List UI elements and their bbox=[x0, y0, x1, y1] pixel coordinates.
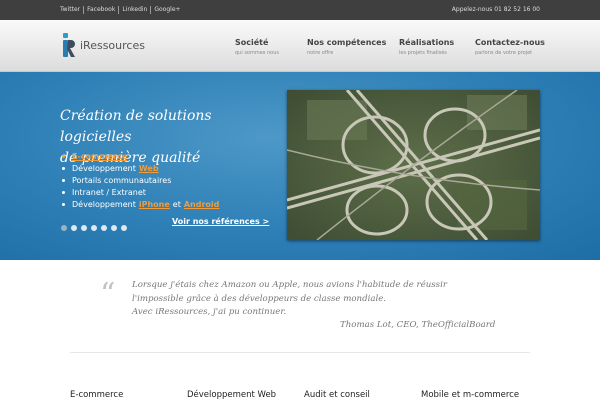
social-links: Twitter Facebook Linkedin Google+ bbox=[60, 6, 184, 14]
nav-contact[interactable]: Contactez-nous parlons de votre projet bbox=[475, 38, 545, 56]
twitter-link[interactable]: Twitter bbox=[60, 6, 83, 14]
testimonial-line: Lorsque j'étais chez Amazon ou Apple, no… bbox=[132, 280, 447, 290]
android-link[interactable]: Android bbox=[184, 200, 220, 209]
nav-title: Réalisations bbox=[399, 38, 455, 47]
nav-subtitle: notre offre bbox=[307, 50, 334, 56]
service-heading-web[interactable]: Développement Web bbox=[187, 390, 276, 400]
nav-subtitle: parlons de votre projet bbox=[475, 50, 533, 56]
list-item: Portails communautaires bbox=[62, 174, 219, 186]
bullet-icon bbox=[62, 166, 65, 170]
slider-dot[interactable] bbox=[111, 225, 117, 231]
quote-icon: “ bbox=[100, 277, 116, 312]
phone-number: Appelez-nous 01 82 52 16 00 bbox=[451, 6, 540, 13]
google-plus-link[interactable]: Google+ bbox=[150, 6, 183, 14]
testimonial-text: Lorsque j'étais chez Amazon ou Apple, no… bbox=[132, 279, 502, 320]
list-text: Développement bbox=[72, 163, 136, 173]
divider bbox=[70, 352, 530, 353]
slider-dots bbox=[61, 225, 131, 231]
logo[interactable]: iRessources bbox=[62, 33, 145, 57]
nav-societe[interactable]: Société qui sommes nous bbox=[235, 38, 279, 56]
ecommerce-link[interactable]: E-commerce bbox=[72, 152, 127, 161]
nav-subtitle: les projets finalisés bbox=[399, 50, 447, 56]
service-heading-mobile[interactable]: Mobile et m-commerce bbox=[421, 390, 519, 400]
header: iRessources Société qui sommes nous Nos … bbox=[0, 20, 600, 72]
testimonial-author: Thomas Lot, CEO, TheOfficialBoard bbox=[340, 320, 496, 330]
slider-dot[interactable] bbox=[71, 225, 77, 231]
list-item: Intranet / Extranet bbox=[62, 186, 219, 198]
list-item: Développement Web bbox=[62, 162, 219, 174]
web-link[interactable]: Web bbox=[139, 164, 159, 173]
nav-subtitle: qui sommes nous bbox=[235, 50, 279, 56]
facebook-link[interactable]: Facebook bbox=[83, 6, 118, 14]
slider-dot[interactable] bbox=[91, 225, 97, 231]
list-text: et bbox=[172, 199, 181, 209]
top-bar: Twitter Facebook Linkedin Google+ Appele… bbox=[0, 0, 600, 20]
list-text: Intranet / Extranet bbox=[72, 187, 146, 197]
list-item: Développement iPhone et Android bbox=[62, 198, 219, 210]
list-text: Portails communautaires bbox=[72, 175, 172, 185]
nav-title: Nos compétences bbox=[307, 38, 387, 47]
logo-text: iRessources bbox=[80, 38, 145, 52]
main-nav: Société qui sommes nous Nos compétences … bbox=[235, 38, 545, 58]
slider-dot[interactable] bbox=[101, 225, 107, 231]
testimonial-line: l'impossible grâce à des développeurs de… bbox=[132, 293, 387, 304]
list-item: E-commerce bbox=[62, 150, 219, 162]
bullet-icon bbox=[62, 178, 65, 182]
bullet-icon bbox=[62, 202, 65, 206]
testimonial-line: Avec iRessources, j'ai pu continuer. bbox=[132, 307, 287, 317]
bullet-icon bbox=[62, 190, 65, 194]
nav-title: Contactez-nous bbox=[475, 38, 545, 47]
nav-realisations[interactable]: Réalisations les projets finalisés bbox=[399, 38, 454, 56]
nav-title: Société bbox=[235, 38, 269, 47]
slider-dot[interactable] bbox=[121, 225, 127, 231]
bullet-icon bbox=[62, 154, 65, 158]
slider-dot[interactable] bbox=[61, 225, 67, 231]
logo-icon bbox=[62, 33, 76, 57]
linkedin-link[interactable]: Linkedin bbox=[118, 6, 150, 14]
hero-title-line: Création de solutions logicielles bbox=[60, 108, 212, 145]
highway-interchange-photo bbox=[287, 90, 540, 240]
nav-competences[interactable]: Nos compétences notre offre bbox=[307, 38, 386, 56]
iphone-link[interactable]: iPhone bbox=[139, 200, 170, 209]
references-link[interactable]: Voir nos références > bbox=[172, 217, 269, 226]
slider-dot[interactable] bbox=[81, 225, 87, 231]
services-list: E-commerce Développement Web Portails com… bbox=[62, 150, 219, 210]
service-heading-audit[interactable]: Audit et conseil bbox=[304, 390, 370, 400]
list-text: Développement bbox=[72, 199, 136, 209]
hero-slider: Création de solutions logicielles de pre… bbox=[0, 72, 600, 260]
service-heading-ecommerce[interactable]: E-commerce bbox=[70, 390, 123, 400]
